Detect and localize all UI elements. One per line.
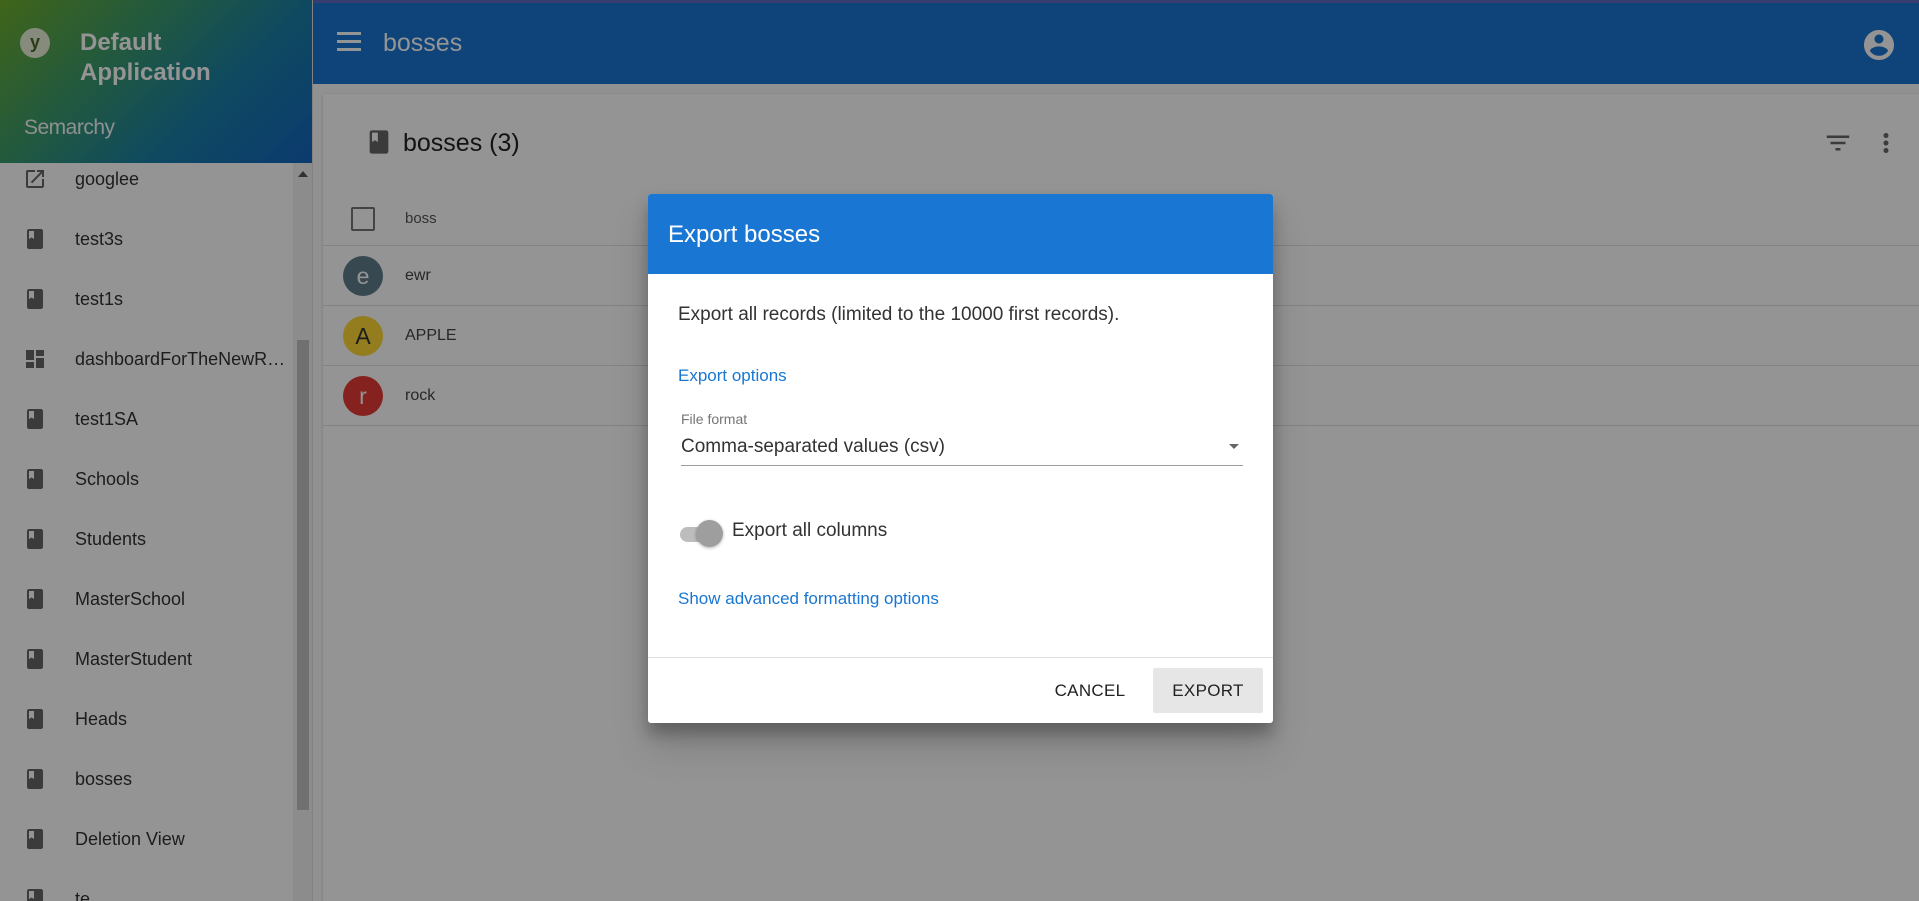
file-format-value: Comma-separated values (csv) xyxy=(681,436,945,457)
export-all-columns-toggle[interactable] xyxy=(678,519,723,549)
dialog-header: Export bosses xyxy=(648,194,1273,274)
export-description: Export all records (limited to the 10000… xyxy=(678,304,1120,325)
export-all-columns-label: Export all columns xyxy=(732,520,888,541)
file-format-label: File format xyxy=(681,411,748,427)
cancel-button[interactable]: CANCEL xyxy=(1031,668,1149,713)
file-format-select[interactable]: Comma-separated values (csv) xyxy=(681,432,1243,466)
export-dialog: Export bosses Export all records (limite… xyxy=(648,194,1273,723)
export-options-link[interactable]: Export options xyxy=(678,366,787,386)
dialog-title: Export bosses xyxy=(668,221,821,248)
dropdown-arrow-icon xyxy=(1229,444,1239,449)
toggle-thumb xyxy=(696,520,723,547)
export-button[interactable]: EXPORT xyxy=(1153,668,1263,713)
advanced-formatting-link[interactable]: Show advanced formatting options xyxy=(678,589,939,609)
dialog-divider xyxy=(648,657,1273,658)
